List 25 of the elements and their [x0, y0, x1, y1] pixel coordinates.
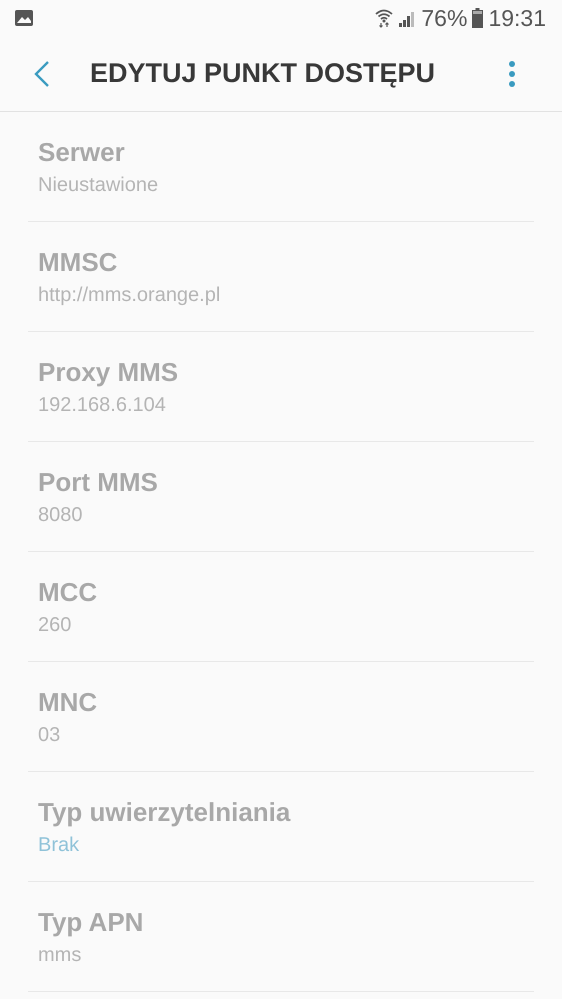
- setting-value: 192.168.6.104: [38, 394, 167, 416]
- setting-label: MCC: [38, 576, 98, 608]
- setting-label: MMSC: [38, 246, 118, 278]
- setting-value: 03: [38, 724, 62, 746]
- setting-label: MNC: [38, 686, 98, 718]
- clock: 19:31: [488, 4, 546, 32]
- gallery-icon: [14, 9, 34, 27]
- setting-value: mms: [38, 944, 82, 966]
- setting-value: http://mms.orange.pl: [38, 284, 222, 306]
- setting-label: Proxy MMS: [38, 356, 180, 388]
- setting-value: 260: [38, 614, 72, 636]
- battery-percentage: 76%: [421, 4, 468, 32]
- screen-title: EDYTUJ PUNKT DOSTĘPU: [90, 58, 436, 89]
- battery-icon: [472, 8, 484, 28]
- more-vertical-icon: [508, 60, 516, 88]
- signal-icon: [398, 9, 416, 27]
- setting-value: Brak: [38, 834, 80, 856]
- setting-label: Typ APN: [38, 906, 144, 938]
- setting-label: Port MMS: [38, 466, 159, 498]
- setting-value: Nieustawione: [38, 174, 160, 196]
- wifi-icon: [375, 8, 394, 28]
- setting-label: Serwer: [38, 136, 126, 168]
- setting-label: Typ uwierzytelniania: [38, 796, 292, 828]
- setting-value: 8080: [38, 504, 84, 526]
- chevron-left-icon: [34, 60, 50, 86]
